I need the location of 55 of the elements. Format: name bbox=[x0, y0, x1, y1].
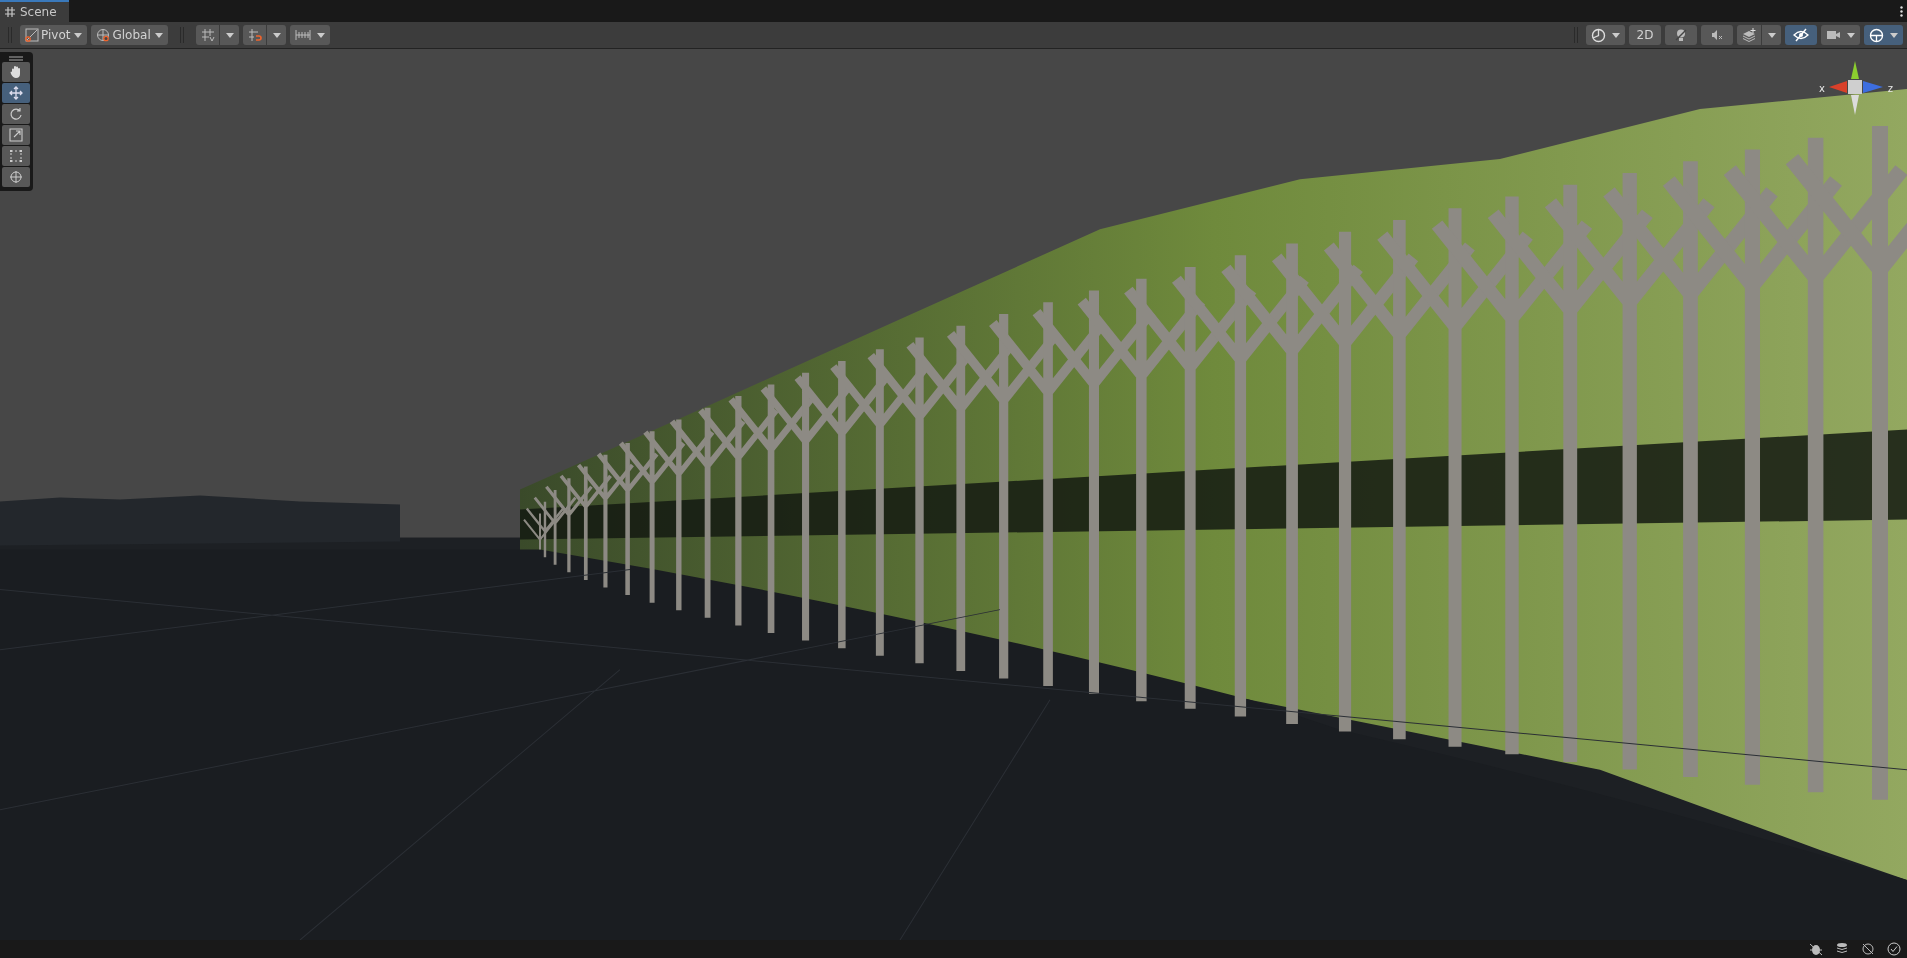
camera-dropdown[interactable] bbox=[1821, 25, 1860, 45]
caret-icon bbox=[74, 32, 83, 38]
lighting-toggle[interactable] bbox=[1665, 25, 1697, 45]
x-axis-label: x bbox=[1819, 83, 1825, 94]
rect-transform-icon bbox=[9, 149, 23, 163]
scale-icon bbox=[9, 128, 23, 142]
scene-tab[interactable]: Scene bbox=[0, 0, 69, 22]
scale-tool-button[interactable] bbox=[2, 125, 30, 145]
grid-snap-icon bbox=[200, 28, 215, 42]
hand-icon bbox=[9, 65, 23, 79]
layers-icon[interactable] bbox=[1835, 942, 1849, 956]
caret-icon bbox=[1768, 32, 1776, 38]
lightbulb-icon bbox=[1674, 28, 1688, 42]
pivot-dropdown[interactable]: Pivot bbox=[20, 25, 88, 45]
drag-handle-icon[interactable] bbox=[9, 56, 23, 61]
check-circle-icon[interactable] bbox=[1887, 942, 1901, 956]
caret-icon bbox=[225, 32, 234, 38]
layers-sparkle-icon bbox=[1742, 28, 1757, 42]
increment-snapping-dropdown[interactable] bbox=[242, 25, 286, 45]
pivot-icon bbox=[25, 28, 39, 42]
rotate-icon bbox=[9, 107, 23, 121]
magnet-grid-icon bbox=[247, 28, 262, 42]
z-axis-label: z bbox=[1887, 83, 1893, 94]
sphere-icon bbox=[1591, 27, 1606, 43]
gizmo-sphere-icon bbox=[1869, 27, 1884, 43]
global-dropdown[interactable]: Global bbox=[91, 25, 168, 45]
shading-mode-dropdown[interactable] bbox=[1586, 25, 1625, 45]
speaker-muted-icon bbox=[1710, 28, 1724, 42]
move-tool-button[interactable] bbox=[2, 83, 30, 103]
ruler-icon bbox=[294, 28, 311, 42]
camera-icon bbox=[1826, 29, 1841, 41]
gizmos-dropdown[interactable] bbox=[1864, 25, 1903, 45]
caret-icon bbox=[1612, 32, 1620, 38]
caret-icon bbox=[316, 32, 325, 38]
rotate-tool-button[interactable] bbox=[2, 104, 30, 124]
caret-icon bbox=[154, 32, 163, 38]
ruler-dropdown[interactable] bbox=[289, 25, 330, 45]
more-options-icon[interactable] bbox=[1900, 5, 1903, 17]
hand-tool-button[interactable] bbox=[2, 62, 30, 82]
caret-icon bbox=[1890, 32, 1898, 38]
transform-tool-button[interactable] bbox=[2, 167, 30, 187]
2d-toggle[interactable]: 2D bbox=[1629, 25, 1661, 45]
bug-icon[interactable] bbox=[1809, 942, 1823, 956]
eye-crossed-icon bbox=[1793, 28, 1809, 42]
audio-toggle[interactable] bbox=[1701, 25, 1733, 45]
grid-snapping-dropdown[interactable] bbox=[195, 25, 239, 45]
effects-dropdown[interactable] bbox=[1737, 25, 1781, 45]
scene-visibility-toggle[interactable] bbox=[1785, 25, 1817, 45]
caret-icon bbox=[1847, 32, 1855, 38]
move-arrows-icon bbox=[9, 86, 23, 100]
rect-tool-button[interactable] bbox=[2, 146, 30, 166]
globe-icon bbox=[96, 28, 111, 42]
caret-icon bbox=[272, 32, 281, 38]
transform-icon bbox=[9, 170, 23, 184]
grid-icon bbox=[5, 7, 15, 17]
